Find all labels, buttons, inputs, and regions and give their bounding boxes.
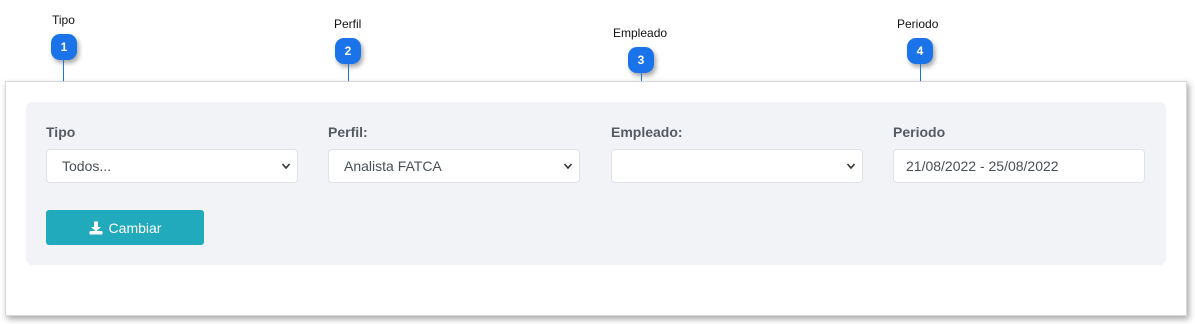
empleado-select[interactable] xyxy=(611,149,863,183)
tipo-select-value: Todos... xyxy=(62,158,112,174)
callout-badge-3: 3 xyxy=(628,47,654,73)
perfil-label: Perfil: xyxy=(328,124,368,140)
perfil-select-value: Analista FATCA xyxy=(344,158,442,174)
empleado-label: Empleado: xyxy=(611,124,683,140)
chevron-down-icon xyxy=(563,163,573,170)
download-icon xyxy=(89,221,103,234)
periodo-input-value: 21/08/2022 - 25/08/2022 xyxy=(906,158,1059,174)
perfil-select[interactable]: Analista FATCA xyxy=(328,149,580,183)
callout-badge-1: 1 xyxy=(51,34,77,60)
cambiar-button-label: Cambiar xyxy=(108,219,162,236)
callout-badge-2: 2 xyxy=(335,38,361,64)
chevron-down-icon xyxy=(846,163,856,170)
periodo-date-range-input[interactable]: 21/08/2022 - 25/08/2022 xyxy=(893,149,1145,183)
periodo-label: Periodo xyxy=(893,124,946,140)
callout-badge-4: 4 xyxy=(907,38,933,64)
callout-label-periodo: Periodo xyxy=(897,17,939,31)
callout-label-empleado: Empleado xyxy=(613,26,668,40)
tipo-select[interactable]: Todos... xyxy=(46,149,298,183)
chevron-down-icon xyxy=(281,163,291,170)
cambiar-button[interactable]: Cambiar xyxy=(46,210,204,245)
tipo-label: Tipo xyxy=(46,124,76,140)
callout-label-perfil: Perfil xyxy=(334,17,362,31)
callout-label-tipo: Tipo xyxy=(52,13,75,27)
